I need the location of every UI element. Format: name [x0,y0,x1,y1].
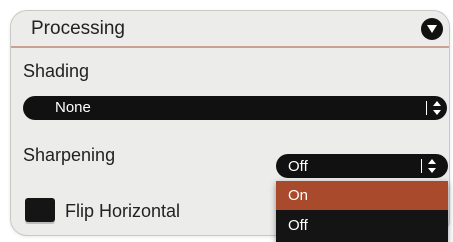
sharpening-dropdown-menu: On Off [276,181,448,242]
sharpening-select-value: Off [288,158,308,175]
panel-header[interactable]: Processing [11,11,449,48]
dropdown-option-on[interactable]: On [276,181,448,210]
sharpening-select[interactable]: Off [276,154,448,178]
select-divider [426,101,427,115]
updown-arrows-icon [433,101,441,120]
flip-horizontal-label[interactable]: Flip Horizontal [65,201,180,222]
shading-select[interactable]: None [23,96,447,120]
panel-title: Processing [31,18,125,39]
flip-horizontal-checkbox[interactable] [25,198,55,222]
shading-select-value: None [55,99,91,116]
select-divider [421,159,422,173]
sharpening-label: Sharpening [23,145,116,165]
dropdown-option-off[interactable]: Off [276,211,448,240]
updown-arrows-icon [428,159,436,178]
processing-panel: Processing Shading None Sharpening Off O… [11,11,449,242]
shading-label: Shading [23,61,90,81]
chevron-down-icon[interactable] [421,18,443,40]
